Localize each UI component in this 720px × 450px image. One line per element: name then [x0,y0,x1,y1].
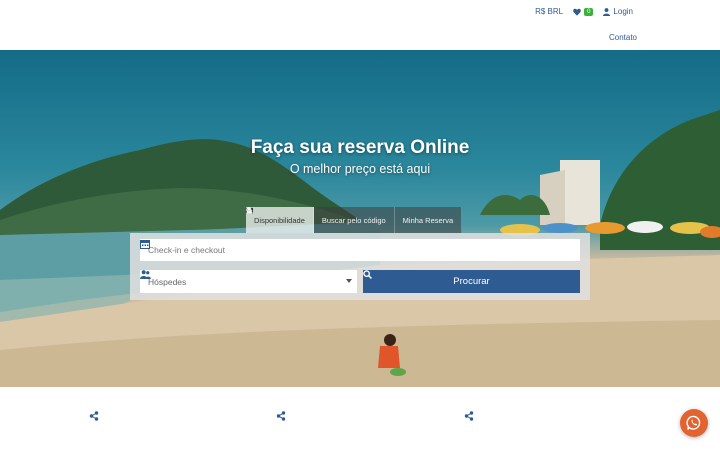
tab-availability[interactable]: Disponibilidade [246,207,314,233]
hero-banner: Faça sua reserva Online O melhor preço e… [0,50,720,387]
share-icon[interactable] [276,411,286,421]
search-panel: Check-in e checkout Hóspedes Procurar [130,233,590,300]
users-icon [140,270,151,279]
search-button-label: Procurar [453,276,490,287]
guests-select[interactable]: Hóspedes [140,270,357,293]
whatsapp-icon [686,415,701,430]
whatsapp-button[interactable] [680,409,708,437]
share-icon[interactable] [464,411,474,421]
hero-subtitle: O melhor preço está aqui [289,162,431,176]
hero-title: Faça sua reserva Online [250,137,470,158]
tab-search-by-code-label: Buscar pelo código [321,215,386,225]
favorites-count-badge: 0 [584,7,594,16]
chevron-down-icon [346,279,352,283]
checkin-placeholder: Check-in e checkout [148,245,226,255]
checkin-checkout-field[interactable]: Check-in e checkout [140,239,580,261]
user-icon [246,207,252,214]
tab-my-reservation[interactable]: Minha Reserva [246,207,463,233]
search-tabs: Disponibilidade Buscar pelo código Minha… [246,207,463,233]
tab-search-by-code[interactable]: Buscar pelo código [246,207,395,233]
search-button[interactable]: Procurar [363,270,580,293]
favorites-link[interactable]: 0 [573,7,594,16]
login-link[interactable]: Login [603,7,633,16]
currency-selector[interactable]: R$ BRL [535,7,563,16]
tab-availability-label: Disponibilidade [254,215,305,225]
heart-icon [573,8,581,16]
share-icon[interactable] [89,411,99,421]
user-icon [603,7,611,16]
calendar-icon [140,240,150,249]
top-links: R$ BRL 0 Login [535,7,633,16]
search-icon [363,270,372,279]
tab-my-reservation-label: Minha Reserva [402,215,454,225]
top-navbar: R$ BRL 0 Login Contato [0,0,720,50]
guests-placeholder: Hóspedes [148,276,187,287]
contact-link[interactable]: Contato [609,33,637,42]
login-label: Login [613,7,633,16]
